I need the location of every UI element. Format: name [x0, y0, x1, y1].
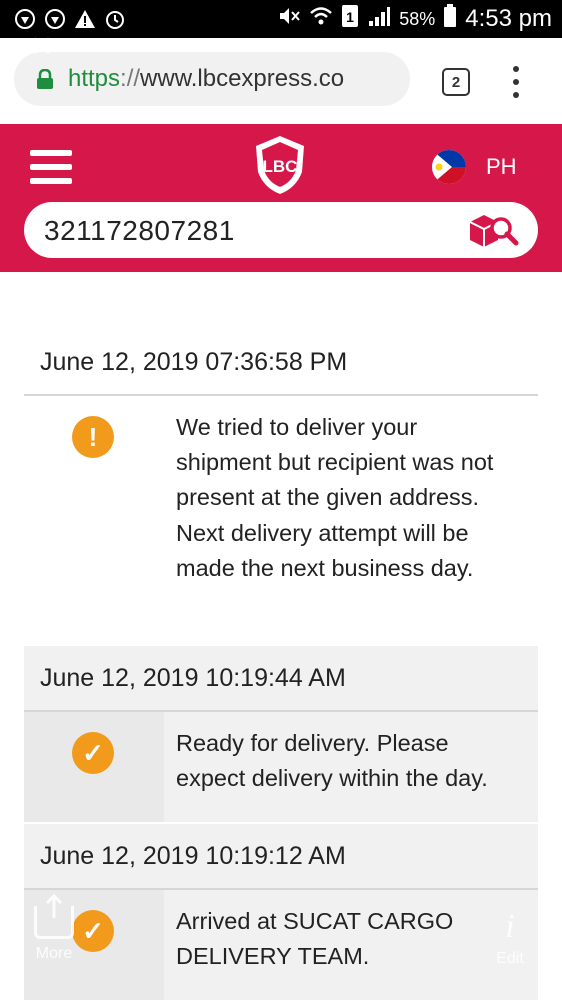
browser-toolbar: https://www.lbcexpress.co 2 [0, 38, 562, 124]
site-header: LBC PH 321172807281 [0, 124, 562, 272]
share-icon [34, 894, 74, 939]
battery-percent: 58% [399, 8, 436, 29]
timeline-event: June 12, 2019 07:36:58 PM ! We tried to … [24, 330, 538, 646]
lbc-logo[interactable]: LBC [248, 132, 312, 196]
url-text: https://www.lbcexpress.co [68, 65, 408, 93]
check-icon: ✓ [72, 732, 114, 774]
url-bar[interactable]: https://www.lbcexpress.co [14, 52, 410, 106]
status-bar: 1 58% 4:53 pm [0, 0, 562, 38]
signal-icon [367, 5, 391, 33]
clock: 4:53 pm [465, 5, 552, 32]
event-date: June 12, 2019 07:36:58 PM [40, 347, 348, 376]
info-edit-icon: i [505, 908, 515, 945]
event-date: June 12, 2019 10:19:12 AM [40, 841, 346, 870]
warning-icon [74, 8, 96, 30]
url-host: www.lbcexpress.co [140, 65, 345, 92]
close-icon[interactable]: ✕ [30, 30, 53, 63]
url-separator: :// [120, 65, 141, 92]
lock-icon [36, 68, 54, 89]
tracking-number-input[interactable]: 321172807281 [44, 215, 235, 247]
check-icon: ✓ [72, 910, 114, 952]
more-button[interactable]: More [30, 894, 78, 963]
battery-icon [443, 4, 457, 34]
logo-text: LBC [263, 157, 298, 176]
bug-icon [44, 8, 66, 30]
overflow-menu-icon[interactable] [512, 66, 520, 98]
track-package-search-icon[interactable] [468, 212, 520, 248]
tracking-search-field[interactable]: 321172807281 [24, 202, 538, 258]
philippines-flag-icon[interactable] [432, 150, 466, 184]
hamburger-menu-icon[interactable] [30, 150, 72, 184]
country-label[interactable]: PH [486, 154, 517, 180]
edit-button[interactable]: i Edit [488, 910, 532, 968]
event-message: Ready for delivery. Please expect delive… [176, 730, 488, 792]
event-message: We tried to deliver your shipment but re… [176, 414, 494, 581]
alarm-icon [104, 8, 126, 30]
tracking-timeline: June 12, 2019 07:36:58 PM ! We tried to … [0, 272, 562, 1000]
timeline-event: June 12, 2019 10:19:44 AM ✓ Ready for de… [24, 646, 538, 822]
svg-text:1: 1 [346, 9, 354, 25]
timeline-event: June 12, 2019 10:19:12 AM ✓ Arrived at S… [24, 824, 538, 1000]
more-label: More [35, 945, 73, 962]
event-body: ✓ Ready for delivery. Please expect deli… [24, 712, 538, 822]
edit-label: Edit [496, 950, 524, 967]
bug-icon [14, 8, 36, 30]
event-body: ! We tried to deliver your shipment but … [24, 396, 538, 646]
mute-icon [277, 5, 301, 33]
exclamation-icon: ! [72, 416, 114, 458]
wifi-icon [309, 5, 333, 33]
tab-switcher-button[interactable]: 2 [442, 68, 470, 96]
sim-icon: 1 [341, 4, 359, 34]
event-message: Arrived at SUCAT CARGO DELIVERY TEAM. [176, 908, 454, 970]
url-scheme: https [68, 65, 121, 92]
event-body: ✓ Arrived at SUCAT CARGO DELIVERY TEAM. [24, 890, 538, 1000]
event-date: June 12, 2019 10:19:44 AM [40, 663, 346, 692]
